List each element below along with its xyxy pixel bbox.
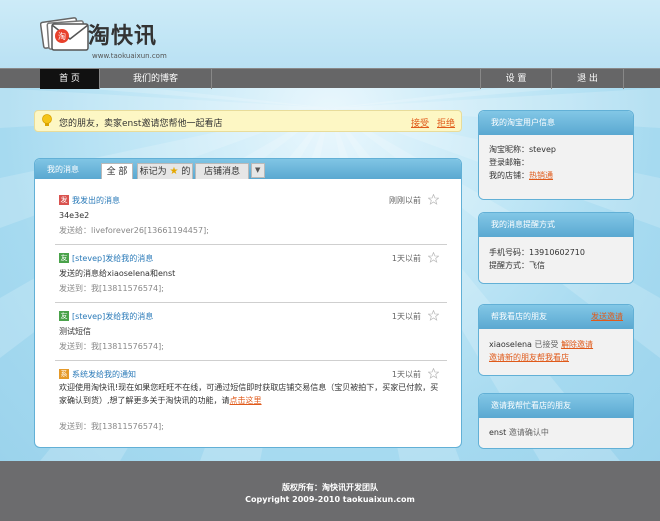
star-outline-icon[interactable] bbox=[428, 252, 439, 263]
nav-settings[interactable]: 设 置 bbox=[480, 69, 552, 89]
message-body: 34e3e2 bbox=[59, 211, 90, 220]
footer-copyright-en: Copyright 2009-2010 taokuaixun.com bbox=[245, 495, 415, 504]
tab-starred-suffix: 的 bbox=[181, 167, 191, 177]
logo-url: www.taokuaixun.com bbox=[92, 52, 167, 60]
message-title[interactable]: 系统发给我的通知 bbox=[72, 369, 136, 380]
tab-starred-label: 标记为 bbox=[139, 167, 167, 177]
phone-value: 13910602710 bbox=[529, 248, 585, 257]
message-body: 欢迎使用淘快讯!现在如果您旺旺不在线，可通过短信即时获取店铺交易信息（宝贝被拍下… bbox=[59, 381, 439, 407]
message-time: 1天以前 bbox=[391, 254, 421, 263]
invite-new-friend-link[interactable]: 邀请新的朋友帮我看店 bbox=[489, 353, 569, 362]
reminder-card: 我的消息提醒方式 手机号码：13910602710 提醒方式：飞信 bbox=[478, 212, 634, 284]
reminder-title: 我的消息提醒方式 bbox=[479, 213, 633, 237]
inviter-status: 邀请确认中 bbox=[508, 428, 549, 437]
user-info-title: 我的淘宝用户信息 bbox=[479, 111, 633, 135]
email-row: 登录邮箱： bbox=[489, 156, 623, 169]
invited-by-body: enst 邀请确认中 bbox=[479, 418, 633, 448]
method-label: 提醒方式： bbox=[489, 261, 529, 270]
message-time: 1天以前 bbox=[391, 312, 421, 321]
sent-icon: 发 bbox=[59, 195, 69, 205]
user-info-card: 我的淘宝用户信息 淘宝昵称：stevep 登录邮箱： 我的店铺：热销通 bbox=[478, 110, 634, 200]
lightbulb-icon bbox=[42, 114, 52, 126]
accept-invite-link[interactable]: 接受 bbox=[411, 116, 429, 129]
message-body: 测试短信 bbox=[59, 327, 91, 336]
helper-status: 已接受 bbox=[534, 340, 559, 349]
helpers-header: 帮我看店的朋友 发送邀请 bbox=[479, 305, 633, 329]
divider bbox=[55, 360, 447, 361]
shop-row: 我的店铺：热销通 bbox=[489, 169, 623, 182]
send-invite-link[interactable]: 发送邀请 bbox=[591, 305, 623, 329]
chevron-down-icon: ▼ bbox=[255, 166, 261, 174]
message-meta: 发送到：我[13811576574]; bbox=[59, 342, 164, 351]
message-meta: 发送到：我[13811576574]; bbox=[59, 422, 164, 431]
invited-by-card: 邀请我帮忙看店的朋友 enst 邀请确认中 bbox=[478, 393, 634, 449]
header: 淘 淘快讯 www.taokuaixun.com bbox=[0, 0, 660, 68]
helpers-card: 帮我看店的朋友 发送邀请 xiaoselena 已接受 解除邀请 邀请新的朋友帮… bbox=[478, 304, 634, 376]
method-value: 飞信 bbox=[529, 261, 545, 270]
nav-blog[interactable]: 我们的博客 bbox=[100, 69, 212, 89]
envelope-logo-icon: 淘 bbox=[40, 17, 89, 51]
nav-home[interactable]: 首 页 bbox=[40, 69, 100, 89]
svg-text:淘: 淘 bbox=[58, 31, 66, 41]
logo[interactable]: 淘 淘快讯 www.taokuaixun.com bbox=[40, 12, 200, 64]
message-item[interactable]: 系 系统发给我的通知 1天以前 欢迎使用淘快讯!现在如果您旺旺不在线，可通过短信… bbox=[55, 367, 447, 437]
messages-panel-header: 我的消息 全 部 标记为 ★ 的 店铺消息 ▼ bbox=[35, 159, 461, 179]
user-info-body: 淘宝昵称：stevep 登录邮箱： 我的店铺：热销通 bbox=[479, 135, 633, 199]
message-item[interactable]: 友 [stevep]发给我的消息 1天以前 测试短信 发送到：我[1381157… bbox=[55, 309, 447, 359]
helper-row: xiaoselena 已接受 解除邀请 bbox=[489, 338, 623, 351]
nav-logout[interactable]: 退 出 bbox=[552, 69, 624, 89]
remove-invite-link[interactable]: 解除邀请 bbox=[561, 340, 593, 349]
notice-text: 您的朋友，卖家enst邀请您帮他一起看店 bbox=[59, 119, 223, 129]
star-icon: ★ bbox=[169, 166, 179, 177]
nickname-row: 淘宝昵称：stevep bbox=[489, 143, 623, 156]
tab-all[interactable]: 全 部 bbox=[101, 163, 133, 179]
invite-notice: 您的朋友，卖家enst邀请您帮他一起看店 接受 拒绝 bbox=[34, 110, 462, 132]
divider bbox=[55, 244, 447, 245]
message-title[interactable]: 我发出的消息 bbox=[72, 195, 120, 206]
email-label: 登录邮箱： bbox=[489, 158, 529, 167]
nickname-value: stevep bbox=[529, 145, 556, 154]
footer: 版权所有：淘快讯开发团队 Copyright 2009-2010 taokuai… bbox=[0, 461, 660, 521]
message-title[interactable]: [stevep]发给我的消息 bbox=[72, 311, 153, 322]
star-outline-icon[interactable] bbox=[428, 368, 439, 379]
message-item[interactable]: 发 我发出的消息 刚刚以前 34e3e2 发送给：liveforever26[1… bbox=[55, 193, 447, 243]
phone-row: 手机号码：13910602710 bbox=[489, 246, 623, 259]
tab-starred[interactable]: 标记为 ★ 的 bbox=[137, 163, 193, 179]
divider bbox=[55, 302, 447, 303]
invited-by-title: 邀请我帮忙看店的朋友 bbox=[479, 394, 633, 418]
helpers-title: 帮我看店的朋友 bbox=[491, 312, 547, 321]
message-meta: 发送给：liveforever26[13661194457]; bbox=[59, 226, 209, 235]
helper-name: xiaoselena bbox=[489, 340, 532, 349]
system-icon: 系 bbox=[59, 369, 69, 379]
helpers-body: xiaoselena 已接受 解除邀请 邀请新的朋友帮我看店 bbox=[479, 329, 633, 375]
tab-shop-messages[interactable]: 店铺消息 bbox=[195, 163, 249, 179]
inviter-name: enst bbox=[489, 428, 507, 437]
friend-icon: 友 bbox=[59, 311, 69, 321]
nickname-label: 淘宝昵称： bbox=[489, 145, 529, 154]
message-body: 发送的消息给xiaoselena和enst bbox=[59, 269, 176, 278]
phone-label: 手机号码： bbox=[489, 248, 529, 257]
logo-text: 淘快讯 bbox=[88, 24, 158, 49]
message-time: 刚刚以前 bbox=[389, 196, 421, 205]
method-row: 提醒方式：飞信 bbox=[489, 259, 623, 272]
message-title[interactable]: [stevep]发给我的消息 bbox=[72, 253, 153, 264]
message-time: 1天以前 bbox=[391, 370, 421, 379]
messages-panel: 我的消息 全 部 标记为 ★ 的 店铺消息 ▼ 发 我发出的消息 刚刚以前 34… bbox=[34, 158, 462, 448]
messages-panel-title: 我的消息 bbox=[47, 165, 79, 174]
footer-copyright-cn: 版权所有：淘快讯开发团队 bbox=[282, 483, 378, 492]
click-here-link[interactable]: 点击这里 bbox=[230, 396, 262, 405]
shop-label: 我的店铺： bbox=[489, 171, 529, 180]
shop-link[interactable]: 热销通 bbox=[529, 171, 553, 180]
message-meta: 发送到：我[13811576574]; bbox=[59, 284, 164, 293]
tab-dropdown[interactable]: ▼ bbox=[251, 163, 265, 178]
star-outline-icon[interactable] bbox=[428, 310, 439, 321]
main-nav: 首 页 我们的博客 设 置 退 出 bbox=[0, 68, 660, 89]
message-item[interactable]: 友 [stevep]发给我的消息 1天以前 发送的消息给xiaoselena和e… bbox=[55, 251, 447, 301]
reject-invite-link[interactable]: 拒绝 bbox=[437, 116, 455, 129]
friend-icon: 友 bbox=[59, 253, 69, 263]
star-outline-icon[interactable] bbox=[428, 194, 439, 205]
reminder-body: 手机号码：13910602710 提醒方式：飞信 bbox=[479, 237, 633, 283]
